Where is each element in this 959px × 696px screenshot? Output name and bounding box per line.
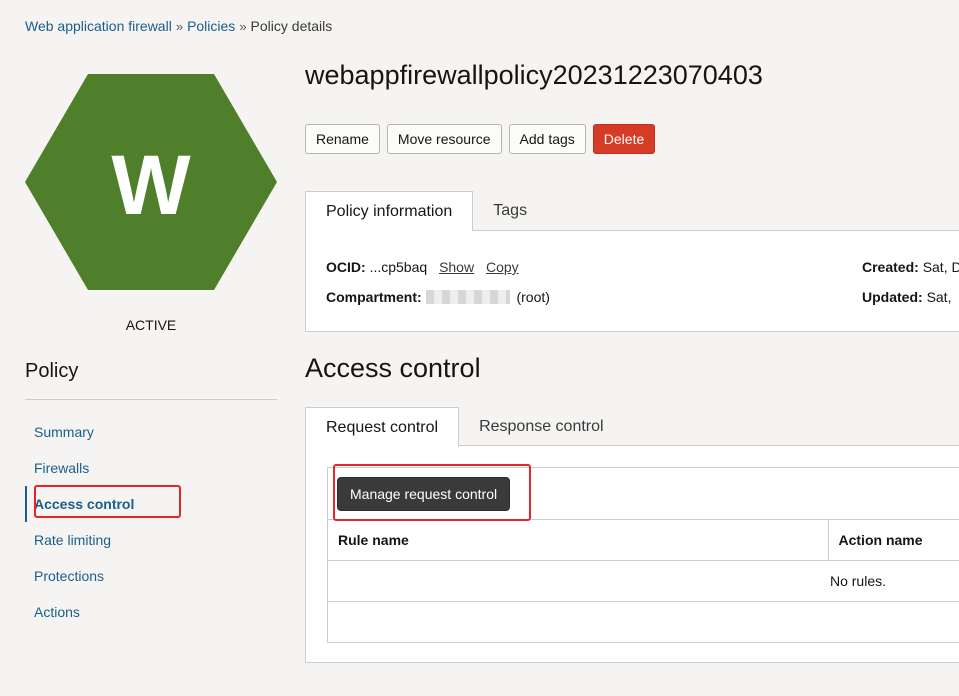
compartment-row: Compartment: (root) xyxy=(326,289,550,305)
breadcrumb-current: Policy details xyxy=(250,18,333,34)
breadcrumb-separator: » xyxy=(239,18,247,34)
request-control-panel: Manage request control Rule name Action … xyxy=(305,445,959,663)
access-control-tabs: Request control Response control xyxy=(305,407,624,447)
compartment-redacted xyxy=(425,290,510,304)
sidebar-item-protections[interactable]: Protections xyxy=(25,558,277,594)
access-control-title: Access control xyxy=(305,353,481,383)
column-header-rule-name[interactable]: Rule name xyxy=(328,519,828,561)
breadcrumb: Web application firewall » Policies » Po… xyxy=(25,18,332,34)
rename-button[interactable]: Rename xyxy=(305,124,380,154)
action-bar: Rename Move resource Add tags Delete xyxy=(305,124,656,154)
compartment-label: Compartment: xyxy=(326,289,422,305)
ocid-show-link[interactable]: Show xyxy=(439,259,474,275)
sidebar-item-firewalls[interactable]: Firewalls xyxy=(25,450,277,486)
page-title: webappfirewallpolicy20231223070403 xyxy=(305,60,763,90)
manage-request-control-button[interactable]: Manage request control xyxy=(337,477,511,511)
request-rules-container: Manage request control Rule name Action … xyxy=(327,467,959,643)
breadcrumb-policies-link[interactable]: Policies xyxy=(187,18,235,34)
created-value: Sat, D xyxy=(922,259,959,275)
sidebar-item-summary[interactable]: Summary xyxy=(25,414,277,450)
column-header-action-name[interactable]: Action name xyxy=(827,519,959,561)
status-badge: ACTIVE xyxy=(125,317,177,333)
compartment-suffix: (root) xyxy=(516,289,550,305)
tab-response-control[interactable]: Response control xyxy=(459,407,624,447)
sidebar-heading: Policy xyxy=(25,360,79,382)
created-label: Created: xyxy=(862,259,919,275)
tab-policy-information[interactable]: Policy information xyxy=(305,191,474,231)
breadcrumb-separator: » xyxy=(175,18,184,34)
sidebar-item-access-control[interactable]: Access control xyxy=(25,486,277,522)
ocid-copy-link[interactable]: Copy xyxy=(486,259,519,275)
ocid-label: OCID: xyxy=(326,259,366,275)
updated-value: Sat, xyxy=(926,289,952,305)
resource-hexagon-icon: W xyxy=(25,74,277,290)
info-tabs: Policy information Tags xyxy=(305,191,547,231)
created-row: Created: Sat, D xyxy=(862,259,959,275)
empty-state-message: No rules. xyxy=(829,573,887,589)
ocid-row: OCID: ...cp5baq Show Copy xyxy=(326,259,519,275)
sidebar-divider xyxy=(25,399,277,400)
sidebar-item-rate-limiting[interactable]: Rate limiting xyxy=(25,522,277,558)
tab-tags[interactable]: Tags xyxy=(473,191,547,231)
resource-icon-letter: W xyxy=(111,138,191,232)
rules-table: Rule name Action name xyxy=(328,519,959,602)
updated-row: Updated: Sat, xyxy=(862,289,951,305)
ocid-value: ...cp5baq xyxy=(369,259,428,275)
delete-button[interactable]: Delete xyxy=(592,124,656,154)
sidebar-nav: Summary Firewalls Access control Rate li… xyxy=(25,414,277,630)
updated-label: Updated: xyxy=(862,289,923,305)
tab-request-control[interactable]: Request control xyxy=(305,407,460,447)
policy-information-panel: OCID: ...cp5baq Show Copy Compartment: (… xyxy=(305,230,959,332)
sidebar-item-actions[interactable]: Actions xyxy=(25,594,277,630)
move-resource-button[interactable]: Move resource xyxy=(386,124,502,154)
breadcrumb-waf-link[interactable]: Web application firewall xyxy=(25,18,172,34)
add-tags-button[interactable]: Add tags xyxy=(508,124,586,154)
